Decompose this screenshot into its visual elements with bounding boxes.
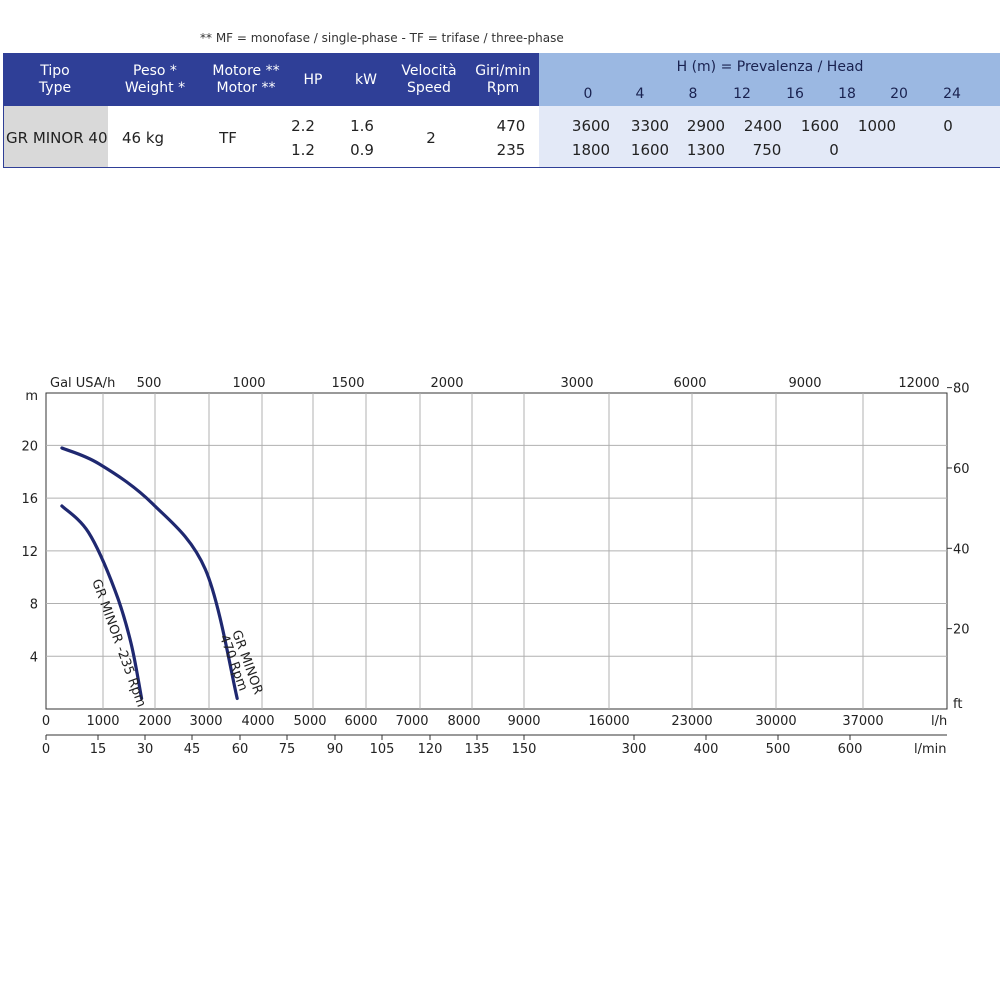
x-tick-label-lh: 3000 <box>189 714 222 729</box>
x-tick-label-lmin: 15 <box>90 742 107 757</box>
pump-curve-chart: 20161284m 80604020ftGal USA/h 500 1000 1500 2… <box>21 376 970 757</box>
x-tick-label-lmin: 400 <box>694 742 719 757</box>
x-top-tick-label: 500 <box>137 376 162 391</box>
x-tick-label-lh: 23000 <box>671 714 712 729</box>
x-tick-label-lh: 9000 <box>507 714 540 729</box>
y-tick-label-ft: 60 <box>953 462 970 477</box>
y-tick-label-ft: 40 <box>953 542 970 557</box>
x-tick-label-lh: 5000 <box>293 714 326 729</box>
curve-470-rpm <box>60 446 239 701</box>
x-tick-label-lh: 6000 <box>344 714 377 729</box>
y-tick-label-ft: 20 <box>953 623 970 638</box>
y-axis-unit-ft: ft <box>953 697 962 712</box>
x-tick-label-lh: 1000 <box>86 714 119 729</box>
x-axis-unit-lmin: l/min <box>914 742 947 757</box>
x-tick-label-lmin: 60 <box>232 742 249 757</box>
y-tick-label-ft: 80 <box>953 382 970 397</box>
x-tick-label-lmin: 0 <box>42 742 50 757</box>
x-tick-label-lh: 4000 <box>241 714 274 729</box>
x-tick-label-lh: 30000 <box>755 714 796 729</box>
x-tick-label-lmin: 135 <box>465 742 490 757</box>
x-tick-label-lh: 37000 <box>842 714 883 729</box>
x-tick-label-lmin: 90 <box>327 742 344 757</box>
x-top-tick-label: 12000 <box>898 376 939 391</box>
x-tick-label-lmin: 105 <box>370 742 395 757</box>
x-tick-label-lmin: 150 <box>512 742 537 757</box>
x-top-axis-unit: Gal USA/h <box>50 376 115 391</box>
x-top-tick-label: 2000 <box>430 376 463 391</box>
x-tick-label-lh: 8000 <box>447 714 480 729</box>
x-tick-label-lh: 0 <box>42 714 50 729</box>
x-tick-label-lmin: 300 <box>622 742 647 757</box>
x-top-tick-label: 6000 <box>673 376 706 391</box>
x-top-tick-label: 1500 <box>331 376 364 391</box>
x-axis-unit-lh: l/h <box>931 714 947 729</box>
x-tick-label-lmin: 30 <box>137 742 154 757</box>
x-tick-label-lmin: 600 <box>838 742 863 757</box>
y-tick-label-m: 4 <box>30 650 38 665</box>
x-tick-label-lmin: 45 <box>184 742 201 757</box>
x-tick-label-lmin: 500 <box>766 742 791 757</box>
x-tick-label-lmin: 120 <box>418 742 443 757</box>
y-tick-label-m: 20 <box>21 439 38 454</box>
x-top-tick-label: 1000 <box>232 376 265 391</box>
y-tick-label-m: 12 <box>21 545 38 560</box>
x-tick-label-lh: 7000 <box>395 714 428 729</box>
x-tick-label-lh: 16000 <box>588 714 629 729</box>
y-tick-label-m: 8 <box>30 598 38 613</box>
y-tick-label-m: 16 <box>21 492 38 507</box>
x-top-tick-label: 3000 <box>560 376 593 391</box>
x-top-tick-label: 9000 <box>788 376 821 391</box>
x-tick-label-lmin: 75 <box>279 742 296 757</box>
curve-label-470-rpm: GR MINOR470 Rpm <box>216 628 265 701</box>
x-tick-label-lh: 2000 <box>138 714 171 729</box>
y-axis-unit-m: m <box>25 389 38 404</box>
